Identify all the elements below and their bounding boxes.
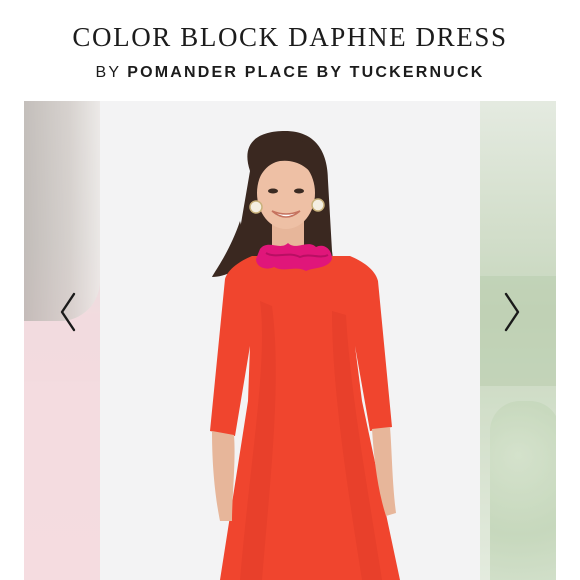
next-slide-bush-shape [490,401,556,580]
product-title: COLOR BLOCK DAPHNE DRESS [72,22,508,52]
product-header: COLOR BLOCK DAPHNE DRESS BY POMANDER PLAC… [0,0,580,100]
brand-link[interactable]: POMANDER PLACE BY TUCKERNUCK [127,64,484,81]
chevron-right-icon [504,292,520,332]
carousel-prev-slide-image[interactable] [24,101,100,580]
chevron-left-icon [60,292,76,332]
carousel-prev-button[interactable] [54,290,84,334]
image-carousel[interactable] [24,101,556,580]
carousel-next-button[interactable] [496,290,526,334]
carousel-main-image[interactable] [100,101,480,580]
product-byline: BY POMANDER PLACE BY TUCKERNUCK [0,64,580,82]
prev-slide-hair-shape [24,101,100,321]
carousel-next-slide-image[interactable] [480,101,556,580]
product-page: COLOR BLOCK DAPHNE DRESS BY POMANDER PLAC… [0,0,580,580]
model-photo [100,101,480,580]
by-label: BY [95,64,122,81]
